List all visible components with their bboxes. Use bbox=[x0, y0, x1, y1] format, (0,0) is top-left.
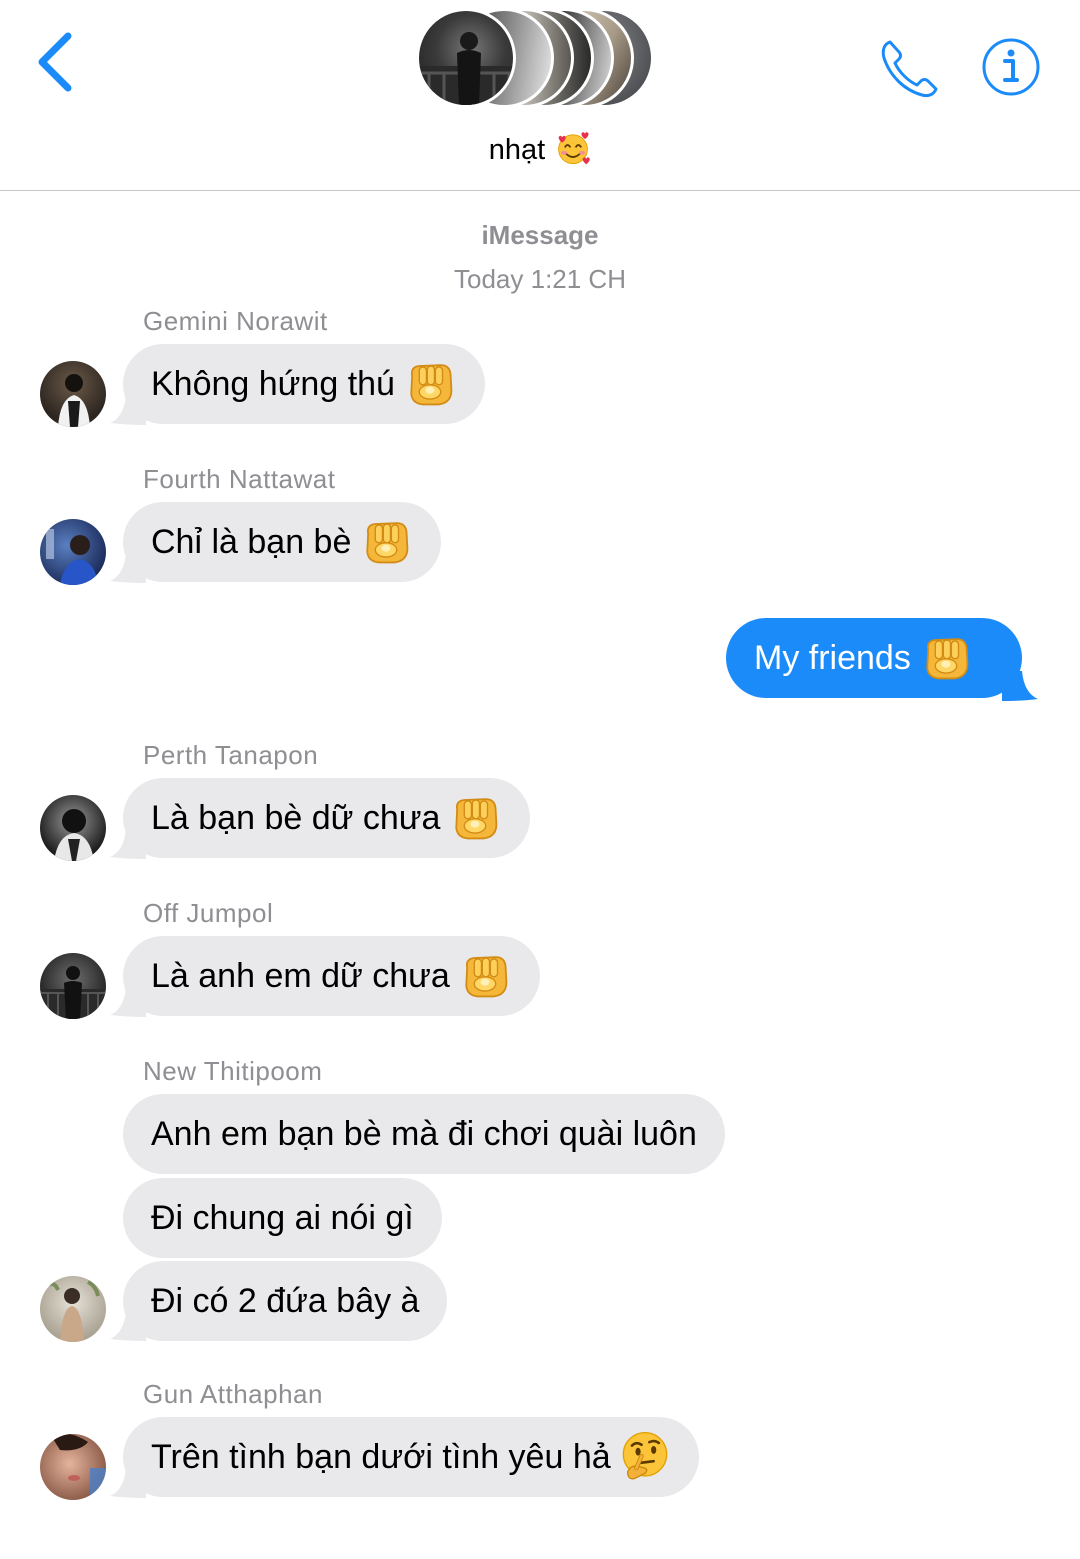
message-text: Chỉ là bạn bè bbox=[151, 523, 352, 561]
message-text: Anh em bạn bè mà đi chơi quài luôn bbox=[151, 1115, 697, 1153]
message-text: My friends bbox=[754, 639, 911, 677]
group-name[interactable]: nhạt bbox=[0, 130, 1080, 167]
avatar[interactable] bbox=[40, 795, 106, 861]
avatar bbox=[416, 8, 516, 108]
avatar-photo bbox=[44, 1280, 100, 1342]
thinking-face-icon bbox=[619, 1430, 671, 1482]
info-button[interactable] bbox=[980, 36, 1042, 98]
message-text: Không hứng thú bbox=[151, 365, 395, 403]
service-label: iMessage bbox=[481, 220, 599, 250]
message-text: Trên tình bạn dưới tình yêu hả bbox=[151, 1438, 611, 1476]
avatar[interactable] bbox=[40, 1434, 106, 1500]
message-timestamp: Today 1:21 CH bbox=[454, 264, 626, 294]
sender-name: Gun Atthaphan bbox=[143, 1379, 323, 1409]
info-icon bbox=[982, 38, 1040, 96]
message-bubble[interactable]: Anh em bạn bè mà đi chơi quài luôn bbox=[123, 1094, 725, 1174]
sender-name: New Thitipoom bbox=[143, 1056, 323, 1086]
backhand-index-pointing-at-viewer-icon bbox=[359, 516, 413, 566]
avatar[interactable] bbox=[40, 1276, 106, 1342]
avatar[interactable] bbox=[40, 361, 106, 427]
message-text: Là bạn bè dữ chưa bbox=[151, 799, 441, 837]
conversation-screen: nhạt iMessage Today 1:21 CH Gemini Noraw… bbox=[0, 0, 1080, 1559]
conversation-header: nhạt bbox=[0, 0, 1080, 191]
message-bubble[interactable]: Đi chung ai nói gì bbox=[123, 1178, 442, 1258]
message-bubble[interactable]: Không hứng thú bbox=[123, 344, 485, 424]
back-button[interactable] bbox=[32, 30, 82, 94]
avatar-photo bbox=[50, 1434, 106, 1500]
avatar[interactable] bbox=[40, 519, 106, 585]
call-button[interactable] bbox=[878, 36, 942, 100]
avatar-photo bbox=[40, 966, 106, 1019]
backhand-index-pointing-at-viewer-icon bbox=[448, 792, 502, 842]
group-name-text: nhạt bbox=[488, 134, 546, 166]
sender-name: Gemini Norawit bbox=[143, 306, 328, 336]
group-avatar-stack[interactable] bbox=[416, 8, 666, 112]
phone-icon bbox=[881, 40, 938, 98]
message-bubble[interactable]: Là bạn bè dữ chưa bbox=[123, 778, 531, 858]
message-bubble[interactable]: Đi có 2 đứa bây à bbox=[123, 1261, 448, 1341]
sender-name: Fourth Nattawat bbox=[143, 464, 336, 494]
backhand-index-pointing-at-viewer-icon bbox=[458, 950, 512, 1000]
backhand-index-pointing-at-viewer-icon bbox=[919, 632, 973, 682]
avatar[interactable] bbox=[40, 953, 106, 1019]
avatar-photo bbox=[58, 374, 90, 427]
avatar-photo bbox=[54, 809, 94, 861]
avatar-photo bbox=[46, 529, 98, 585]
sender-name: Perth Tanapon bbox=[143, 740, 319, 770]
message-text: Đi chung ai nói gì bbox=[151, 1199, 414, 1237]
message-bubble[interactable]: Là anh em dữ chưa bbox=[123, 936, 540, 1016]
backhand-index-pointing-at-viewer-icon bbox=[403, 358, 457, 408]
sender-name: Off Jumpol bbox=[143, 898, 274, 928]
chevron-left-icon bbox=[38, 32, 72, 92]
message-text: Đi có 2 đứa bây à bbox=[151, 1282, 420, 1320]
smiling-face-with-hearts-icon bbox=[558, 132, 591, 165]
message-bubble[interactable]: Trên tình bạn dưới tình yêu hả bbox=[123, 1417, 699, 1497]
message-text: Là anh em dữ chưa bbox=[151, 957, 450, 995]
message-bubble[interactable]: Chỉ là bạn bè bbox=[123, 502, 442, 582]
outgoing-message-bubble[interactable]: My friends bbox=[726, 618, 1022, 698]
